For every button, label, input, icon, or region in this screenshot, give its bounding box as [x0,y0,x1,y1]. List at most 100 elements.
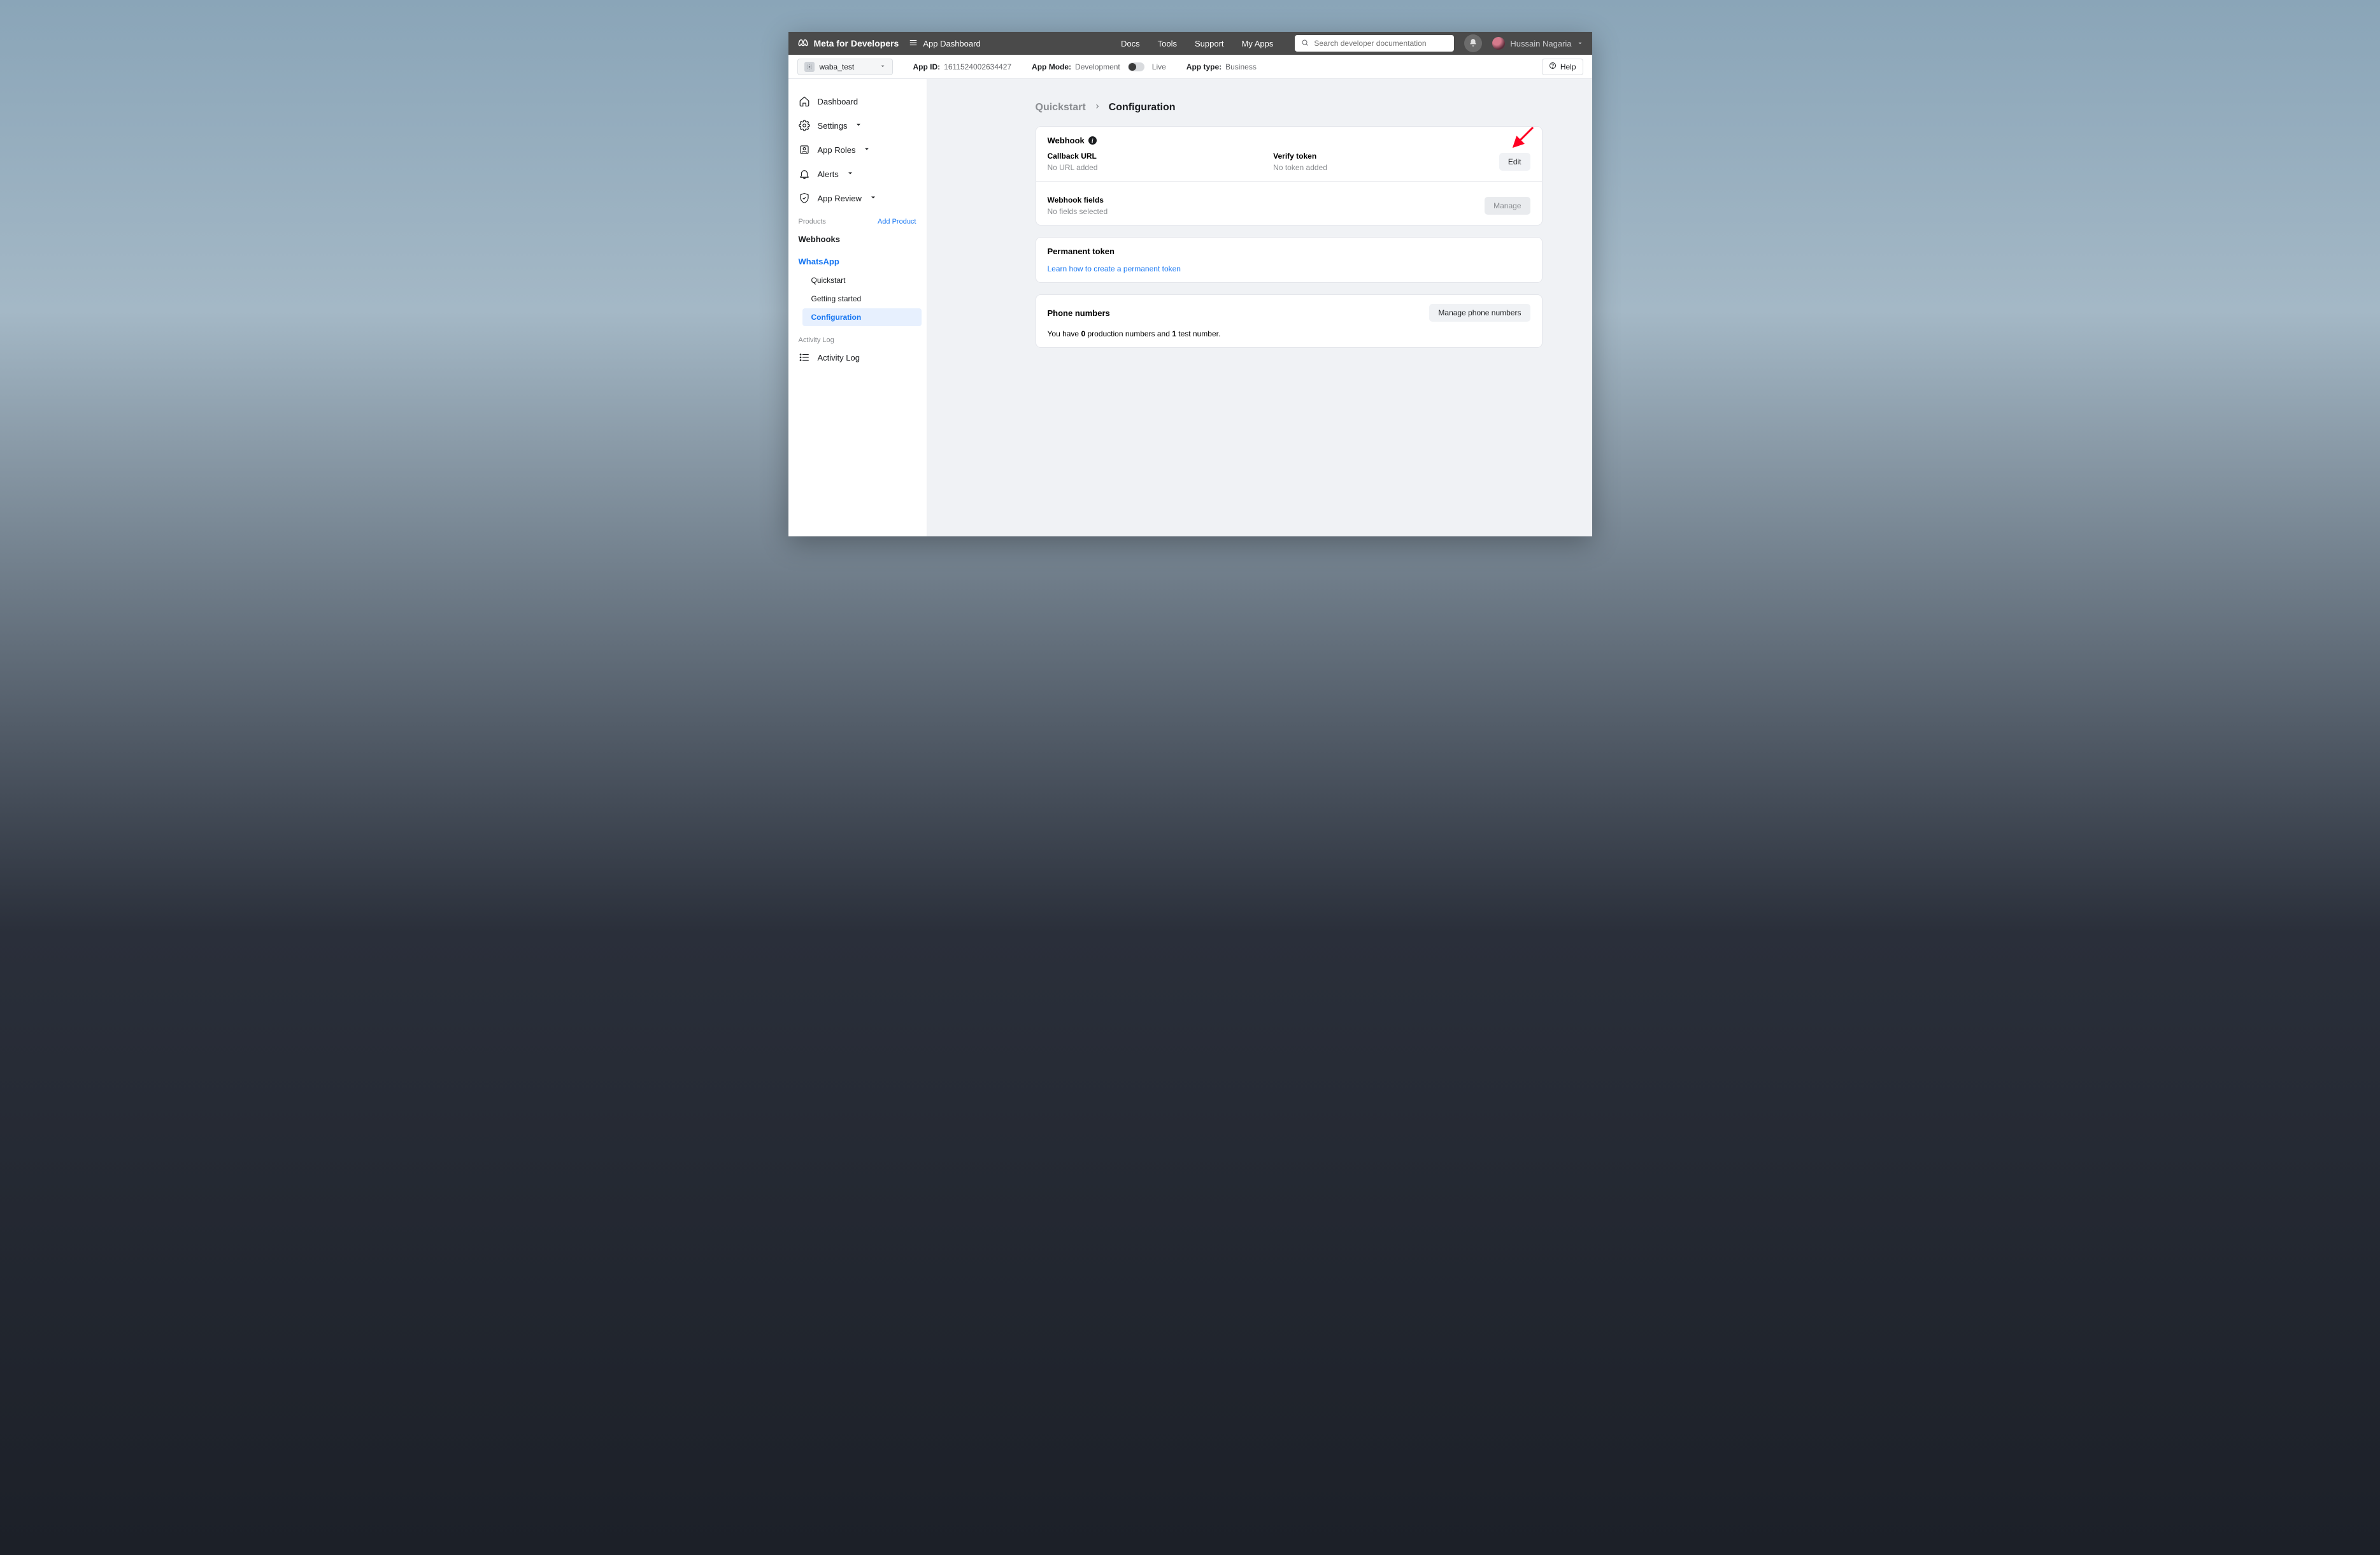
user-name: Hussain Nagaria [1510,39,1571,48]
edit-webhook-button[interactable]: Edit [1499,153,1530,171]
callback-url-label: Callback URL [1048,152,1248,161]
app-mode-group: App Mode: Development Live [1032,62,1166,71]
webhook-fields-col: Webhook fields No fields selected [1048,196,1460,216]
add-product-link[interactable]: Add Product [878,218,916,226]
app-mode-live: Live [1152,62,1166,71]
sidebar-label: Dashboard [818,97,859,106]
help-label: Help [1560,62,1576,71]
permanent-token-card: Permanent token Learn how to create a pe… [1036,237,1543,283]
phone-text-post: test number. [1176,329,1220,338]
topbar-nav: Docs Tools Support My Apps [1121,39,1273,48]
sidebar-label: Alerts [818,169,839,179]
sidebar-sub-configuration[interactable]: Configuration [802,308,922,326]
body: Dashboard Settings App Roles [788,79,1592,536]
sidebar-item-alerts[interactable]: Alerts [794,163,922,185]
callback-url-value: No URL added [1048,163,1248,172]
sidebar-sub-getting-started[interactable]: Getting started [802,290,922,308]
app-type-value: Business [1225,62,1257,71]
user-menu[interactable]: Hussain Nagaria [1492,37,1583,50]
hamburger-icon [909,38,918,49]
gear-icon [799,120,810,131]
sidebar-item-activity-log[interactable]: Activity Log [794,347,922,368]
sidebar-sub-quickstart[interactable]: Quickstart [802,271,922,289]
webhook-title: Webhook i [1048,136,1530,145]
brand[interactable]: Meta for Developers [797,37,899,50]
nav-support[interactable]: Support [1195,39,1224,48]
whatsapp-subitems: Quickstart Getting started Configuration [802,271,922,326]
app-selector[interactable]: waba_test [797,59,893,75]
sidebar-item-whatsapp[interactable]: WhatsApp [794,252,922,271]
app-mode-dev: Development [1075,62,1120,71]
app-id-label: App ID: [913,62,941,71]
manage-phone-numbers-button[interactable]: Manage phone numbers [1429,304,1530,322]
chevron-down-icon [869,194,877,203]
brand-text: Meta for Developers [814,38,899,48]
subheader: waba_test App ID: 1611524002634427 App M… [788,55,1592,79]
caret-down-icon [1577,39,1583,48]
bell-icon [799,168,810,180]
nav-tools[interactable]: Tools [1158,39,1177,48]
sidebar-item-webhooks[interactable]: Webhooks [794,229,922,249]
verify-token-label: Verify token [1273,152,1474,161]
app-dashboard-label: App Dashboard [923,39,980,48]
breadcrumb-current: Configuration [1109,102,1176,113]
manage-webhook-fields-button[interactable]: Manage [1485,197,1530,215]
webhook-title-text: Webhook [1048,136,1085,145]
caret-down-icon [880,62,886,71]
chevron-down-icon [855,121,862,131]
chevron-down-icon [846,169,854,179]
sidebar-label: Settings [818,121,848,131]
search-wrap[interactable] [1295,35,1454,52]
sidebar-item-dashboard[interactable]: Dashboard [794,90,922,112]
activity-log-label: Activity Log [794,330,922,347]
callback-col: Callback URL No URL added [1048,152,1248,172]
nav-docs[interactable]: Docs [1121,39,1140,48]
app-type-label: App type: [1186,62,1222,71]
sidebar-label: App Roles [818,145,856,155]
phone-numbers-card: Phone numbers Manage phone numbers You h… [1036,294,1543,348]
roles-icon [799,144,810,155]
app-mode-toggle[interactable] [1128,62,1144,71]
shield-check-icon [799,192,810,204]
sidebar: Dashboard Settings App Roles [788,79,927,536]
app-id-group: App ID: 1611524002634427 [913,62,1012,71]
list-icon [799,352,810,363]
permanent-token-link[interactable]: Learn how to create a permanent token [1048,264,1181,273]
chevron-right-icon [1094,102,1101,113]
chevron-down-icon [863,145,871,155]
verify-token-value: No token added [1273,163,1474,172]
nav-my-apps[interactable]: My Apps [1242,39,1274,48]
breadcrumb-parent[interactable]: Quickstart [1036,102,1086,113]
app-type-group: App type: Business [1186,62,1257,71]
sidebar-item-app-review[interactable]: App Review [794,187,922,209]
webhook-card: Webhook i Callback URL No URL added Veri… [1036,126,1543,226]
app-id-value: 1611524002634427 [944,62,1011,71]
sidebar-label: WhatsApp [799,257,839,266]
sidebar-item-app-roles[interactable]: App Roles [794,139,922,161]
notifications-button[interactable] [1464,34,1482,52]
search-icon [1301,39,1314,48]
search-input[interactable] [1314,39,1448,48]
avatar [1492,37,1505,50]
webhook-fields-label: Webhook fields [1048,196,1460,204]
help-button[interactable]: Help [1542,59,1583,75]
sidebar-label: App Review [818,194,862,203]
help-icon [1549,62,1557,71]
phone-text-pre: You have [1048,329,1081,338]
meta-logo-icon [797,37,809,50]
bell-icon [1469,38,1478,49]
sidebar-item-settings[interactable]: Settings [794,115,922,136]
sidebar-label: Activity Log [818,353,860,362]
app-window: Meta for Developers App Dashboard Docs T… [788,32,1592,536]
app-selector-label: waba_test [820,62,855,71]
main-content: Quickstart Configuration Webhook i Callb… [927,79,1592,536]
info-icon[interactable]: i [1088,136,1097,145]
verify-col: Verify token No token added [1273,152,1474,172]
phone-numbers-title: Phone numbers [1048,308,1110,318]
breadcrumb: Quickstart Configuration [1036,102,1543,113]
products-label: Products [799,218,826,226]
phone-test-count: 1 [1172,329,1176,338]
app-dashboard-link[interactable]: App Dashboard [909,38,980,49]
topbar: Meta for Developers App Dashboard Docs T… [788,32,1592,55]
sidebar-products-header: Products Add Product [794,211,922,229]
